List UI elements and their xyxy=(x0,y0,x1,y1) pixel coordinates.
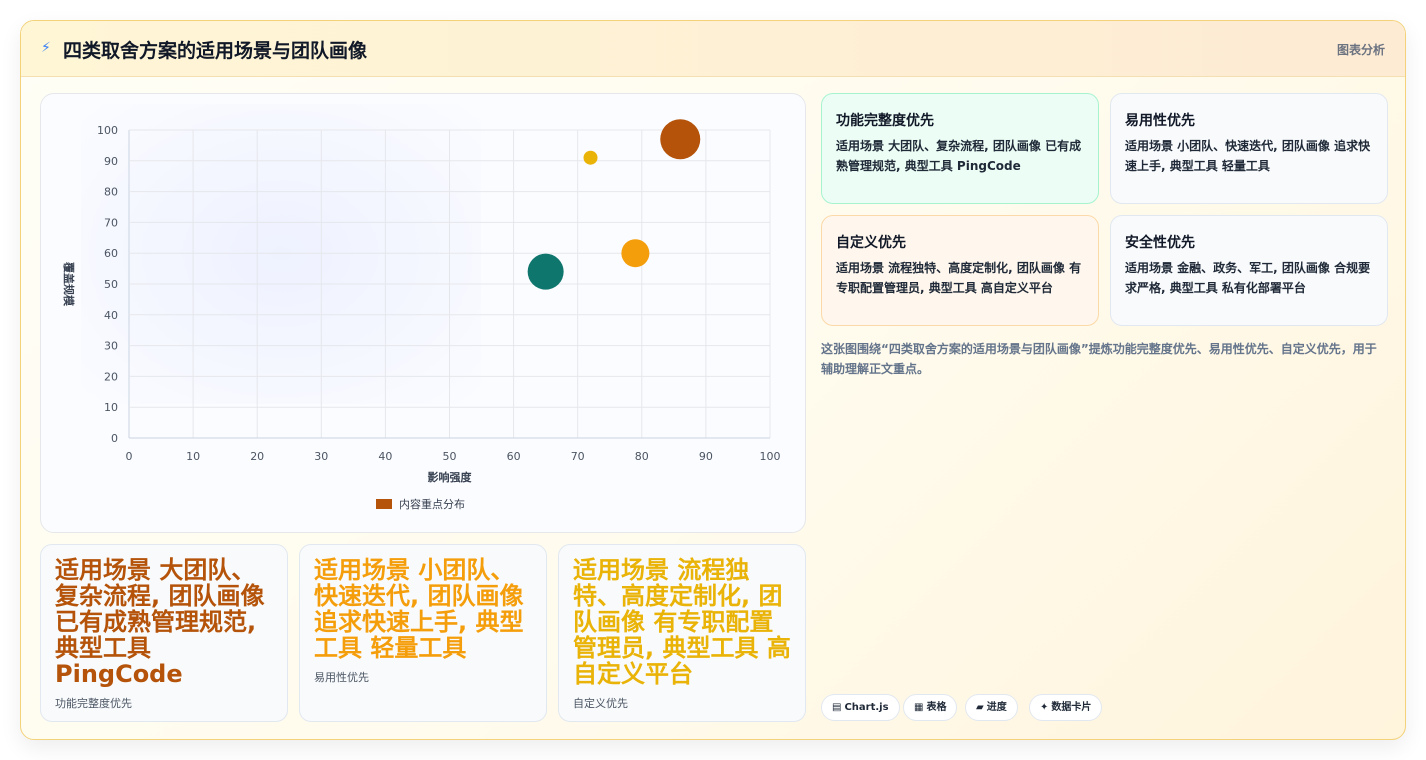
x-tick-label: 70 xyxy=(571,450,585,463)
progress-icon: ▰ xyxy=(976,702,984,713)
chip-chartjs[interactable]: ▤ Chart.js xyxy=(821,694,900,721)
main-card: ⚡ 四类取舍方案的适用场景与团队画像 图表分析 0 10 20 30 40 50 60 70 8… xyxy=(20,20,1406,740)
x-tick-label: 20 xyxy=(250,450,264,463)
point-layer xyxy=(527,119,701,290)
card-header: ⚡ 四类取舍方案的适用场景与团队画像 图表分析 xyxy=(21,21,1405,77)
quadrant-card-usability: 易用性优先 适用场景 小团队、快速迭代, 团队画像 追求快速上手, 典型工具 轻… xyxy=(1110,93,1388,204)
chart-icon: ▤ xyxy=(832,702,842,713)
y-tick-label: 80 xyxy=(104,186,118,199)
stat-card-headline: 适用场景 流程独特、高度定制化, 团队画像 有专职配置管理员, 典型工具 高自定… xyxy=(573,556,791,688)
page-title: 四类取舍方案的适用场景与团队画像 xyxy=(63,40,368,62)
y-tick-label: 0 xyxy=(111,432,118,445)
y-axis-label: 覆盖规模 xyxy=(62,262,76,307)
y-tick-label: 50 xyxy=(104,278,118,291)
y-tick-label: 20 xyxy=(104,370,118,383)
x-tick-label: 80 xyxy=(635,450,649,463)
x-tick-label: 50 xyxy=(443,450,457,463)
stat-card-custom: 适用场景 流程独特、高度定制化, 团队画像 有专职配置管理员, 典型工具 高自定… xyxy=(558,544,806,722)
quadrant-title: 自定义优先 xyxy=(836,235,906,251)
x-tick-label: 90 xyxy=(699,450,713,463)
data-point xyxy=(660,119,701,160)
y-tick-label: 40 xyxy=(104,309,118,322)
tick-layer: 0 10 20 30 40 50 60 70 80 90 100 0 10 20 30 40 50 60 70 80 9… xyxy=(97,124,781,463)
chart-note: 这张图围绕“四类取舍方案的适用场景与团队画像”提炼功能完整度优先、易用性优先、自… xyxy=(821,342,1377,376)
quadrant-card-security: 安全性优先 适用场景 金融、政务、军工, 团队画像 合规要求严格, 典型工具 私… xyxy=(1110,215,1388,326)
x-tick-label: 10 xyxy=(186,450,200,463)
table-icon: ▦ xyxy=(914,702,924,713)
sparkle-icon: ✦ xyxy=(1040,702,1049,713)
x-tick-label: 0 xyxy=(126,450,133,463)
stat-card-caption: 自定义优先 xyxy=(573,697,628,710)
x-axis-label: 影响强度 xyxy=(428,470,473,484)
y-tick-label: 10 xyxy=(104,401,118,414)
y-tick-label: 100 xyxy=(97,124,118,137)
x-tick-label: 100 xyxy=(760,450,781,463)
y-tick-label: 30 xyxy=(104,340,118,353)
bolt-icon: ⚡ xyxy=(41,40,51,56)
scatter-chart: 0 10 20 30 40 50 60 70 80 90 100 0 10 20 30 40 50 60 70 80 9… xyxy=(62,119,781,511)
quadrant-title: 功能完整度优先 xyxy=(836,113,934,129)
quadrant-title: 安全性优先 xyxy=(1125,235,1195,251)
quadrant-title: 易用性优先 xyxy=(1125,113,1195,129)
stat-card-function: 适用场景 大团队、复杂流程, 团队画像 已有成熟管理规范, 典型工具 PingC… xyxy=(40,544,288,722)
quadrant-card-function: 功能完整度优先 适用场景 大团队、复杂流程, 团队画像 已有成熟管理规范, 典型… xyxy=(821,93,1099,204)
stat-card-headline: 适用场景 小团队、快速迭代, 团队画像 追求快速上手, 典型工具 轻量工具 xyxy=(314,556,524,662)
legend-label[interactable]: 内容重点分布 xyxy=(399,497,465,511)
data-point xyxy=(583,150,598,165)
chart-panel: 0 10 20 30 40 50 60 70 80 90 100 0 10 20 30 40 50 60 70 80 9… xyxy=(40,93,806,533)
chip-label: 进度 xyxy=(986,702,1007,713)
chip-progress[interactable]: ▰ 进度 xyxy=(965,694,1018,721)
stat-card-usability: 适用场景 小团队、快速迭代, 团队画像 追求快速上手, 典型工具 轻量工具 易用… xyxy=(299,544,547,722)
y-tick-label: 90 xyxy=(104,155,118,168)
y-tick-label: 60 xyxy=(104,247,118,260)
data-point xyxy=(621,239,650,268)
x-tick-label: 60 xyxy=(507,450,521,463)
quadrant-desc: 适用场景 流程独特、高度定制化, 团队画像 有专职配置管理员, 典型工具 高自定… xyxy=(836,261,1082,295)
grid-layer xyxy=(128,129,771,439)
y-tick-label: 70 xyxy=(104,216,118,229)
stat-card-caption: 功能完整度优先 xyxy=(55,697,132,710)
quadrant-desc: 适用场景 小团队、快速迭代, 团队画像 追求快速上手, 典型工具 轻量工具 xyxy=(1125,139,1371,173)
x-tick-label: 30 xyxy=(314,450,328,463)
chip-label: 数据卡片 xyxy=(1051,702,1092,713)
quadrant-card-custom: 自定义优先 适用场景 流程独特、高度定制化, 团队画像 有专职配置管理员, 典型… xyxy=(821,215,1099,326)
stat-card-headline: 适用场景 大团队、复杂流程, 团队画像 已有成熟管理规范, 典型工具 PingC… xyxy=(55,556,265,688)
quadrant-desc: 适用场景 大团队、复杂流程, 团队画像 已有成熟管理规范, 典型工具 PingC… xyxy=(836,139,1082,173)
chip-data-card[interactable]: ✦ 数据卡片 xyxy=(1029,694,1103,721)
chip-table[interactable]: ▦ 表格 xyxy=(903,694,958,721)
x-tick-label: 40 xyxy=(378,450,392,463)
stat-card-caption: 易用性优先 xyxy=(314,671,369,684)
data-point xyxy=(527,253,564,290)
chip-label: 表格 xyxy=(926,702,947,713)
chart-analysis-label: 图表分析 xyxy=(1336,43,1385,57)
chip-label: Chart.js xyxy=(844,702,889,713)
quadrant-desc: 适用场景 金融、政务、军工, 团队画像 合规要求严格, 典型工具 私有化部署平台 xyxy=(1125,261,1371,295)
legend-swatch[interactable] xyxy=(376,499,392,509)
